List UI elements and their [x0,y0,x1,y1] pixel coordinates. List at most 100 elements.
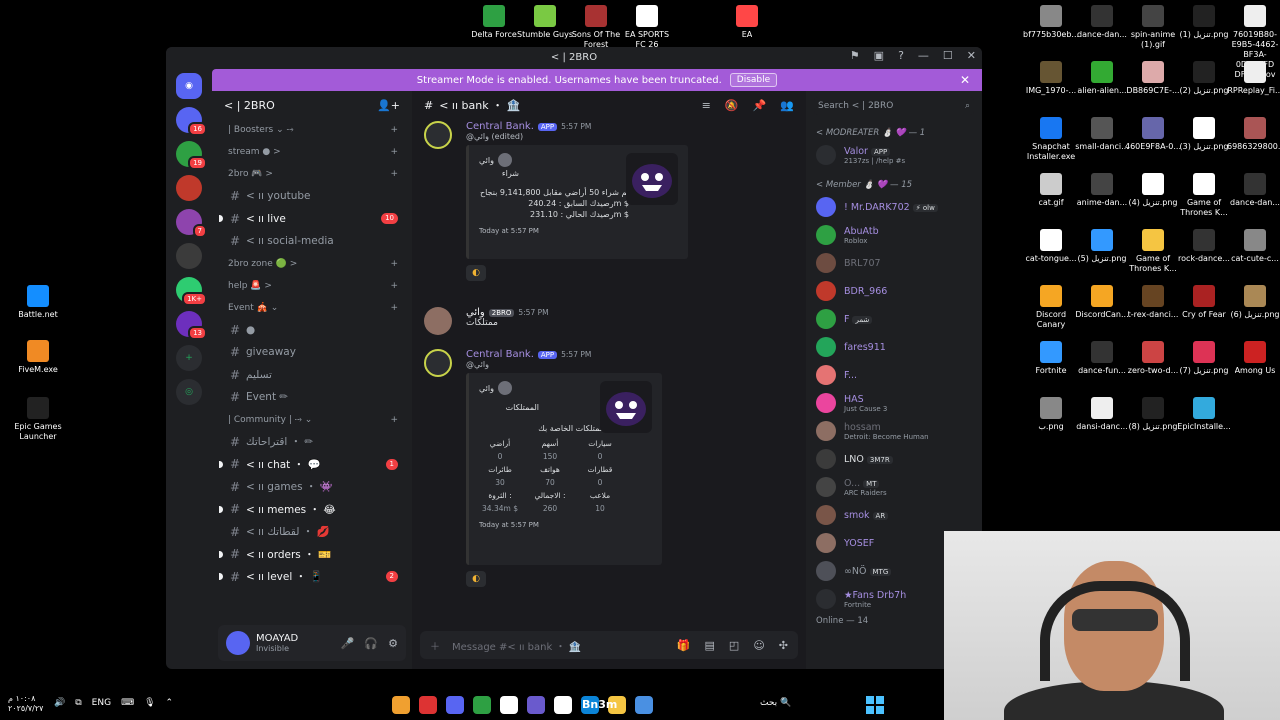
desktop-shortcut[interactable]: anime-dan... [1074,173,1130,208]
message-composer[interactable]: ＋ Message #< ıı bank ・ 🏦 🎁 ▤ ◰ ☺ ✣ [420,631,798,659]
headphones-icon[interactable]: 🎧 [364,637,378,650]
add-server-icon[interactable]: + [176,345,202,371]
taskbar-app-icon[interactable] [635,696,653,714]
desktop-shortcut[interactable]: Game of Thrones K... [1176,173,1232,218]
desktop-shortcut[interactable]: Battle.net [10,285,66,320]
member-item[interactable]: AbuAtb Roblox [806,221,982,249]
desktop-shortcut[interactable]: zero-two-d... [1125,341,1181,376]
desktop-shortcut[interactable]: Fortnite [1023,341,1079,376]
desktop-shortcut[interactable]: Sons Of The Forest [568,5,624,50]
add-channel-icon[interactable]: + [390,281,398,291]
desktop-shortcut[interactable]: تنزيل (2).png [1176,61,1232,96]
desktop-shortcut[interactable]: Cry of Fear [1176,285,1232,320]
member-item[interactable]: BRL707 [806,249,982,277]
discord-home-icon[interactable]: ◉ [176,73,202,99]
interaction-button[interactable]: ◐ [466,265,486,281]
taskbar-search[interactable]: بحث 🔍 [760,698,791,708]
mute-bell-icon[interactable]: 🔕 [725,99,739,112]
channel-item[interactable]: # < ıı memes ・ 😂 [218,498,406,521]
avatar[interactable] [226,631,250,655]
screen-icon[interactable]: ▣ [874,49,884,62]
taskbar-app-icon[interactable] [473,696,491,714]
mic-icon[interactable]: 🎤 [341,637,355,650]
pin-icon[interactable]: 📌 [753,99,767,112]
taskbar-app-icon[interactable] [419,696,437,714]
channel-category[interactable]: 2bro 🎮 > + [218,163,406,185]
server-icon[interactable] [176,175,202,201]
message-author[interactable]: وائي [466,307,485,318]
desktop-shortcut[interactable]: تنزيل (3).png [1176,117,1232,152]
gift-icon[interactable]: 🎁 [677,639,691,652]
taskbar-app-icon[interactable] [392,696,410,714]
desktop-shortcut[interactable]: dance-dan... [1074,5,1130,40]
desktop-shortcut[interactable]: dance-fun... [1074,341,1130,376]
channel-item[interactable]: # تسليم [218,364,406,387]
add-channel-icon[interactable]: + [390,415,398,425]
member-item[interactable]: F شمر [806,305,982,333]
keyboard-icon[interactable]: ⌨ [121,698,134,708]
taskbar-app-icon[interactable] [500,696,518,714]
desktop-shortcut[interactable]: bf775b30eb... [1023,5,1079,40]
help-icon[interactable]: ? [898,49,904,62]
server-icon[interactable]: 16 [176,107,207,136]
desktop-shortcut[interactable]: alien-alien... [1074,61,1130,96]
channel-item[interactable]: # < ıı games ・ 👾 [218,476,406,499]
desktop-shortcut[interactable]: dance-dan... [1227,173,1280,208]
desktop-shortcut[interactable]: Epic Games Launcher [10,397,66,442]
desktop-shortcut[interactable]: تنزيل (6).png [1227,285,1280,320]
taskbar-app-icon[interactable] [527,696,545,714]
desktop-shortcut[interactable]: EpicInstalle... [1176,397,1232,432]
volume-icon[interactable]: 🔊 [54,698,65,708]
add-attachment-icon[interactable]: ＋ [430,638,440,653]
desktop-shortcut[interactable]: cat.gif [1023,173,1079,208]
channel-item[interactable]: # < ıı youtube [218,185,406,208]
member-item[interactable]: Valor APP 2137zs | /help #s [806,141,982,169]
channel-category[interactable]: help 🚨 > + [218,275,406,297]
desktop-shortcut[interactable]: t-rex-danci... [1125,285,1181,320]
desktop-shortcut[interactable]: EA [719,5,775,40]
desktop-shortcut[interactable]: Snapchat Installer.exe [1023,117,1079,162]
channel-item[interactable]: # < ıı orders ・ 🎫 [218,543,406,566]
channel-item[interactable]: # < ıı لقطاتك ・ 💋 [218,521,406,544]
members-icon[interactable]: 👥 [780,99,794,112]
close-banner-icon[interactable]: ✕ [960,73,970,87]
desktop-shortcut[interactable]: EA SPORTS FC 26 [619,5,675,50]
desktop-shortcut[interactable]: 6986329800... [1227,117,1280,152]
channel-category[interactable]: | Community | ⤑ ⌄ + [218,409,406,431]
message-author[interactable]: Central Bank. [466,121,534,132]
member-item[interactable]: fares911 [806,333,982,361]
desktop-shortcut[interactable]: تنزيل (4).png [1125,173,1181,208]
mic-tray-icon[interactable]: 🎙 [144,698,155,708]
sticker-icon[interactable]: ◰ [729,639,739,652]
desktop-shortcut[interactable]: DB869C7E-... [1125,61,1181,96]
desktop-shortcut[interactable]: Delta Force [466,5,522,40]
channel-item[interactable]: # < ıı level ・ 📱 2 [218,566,406,589]
search-input[interactable]: Search < | 2BRO ⌕ [814,97,974,115]
taskbar-app-icon[interactable] [554,696,572,714]
message-author[interactable]: Central Bank. [466,349,534,360]
disable-streamer-button[interactable]: Disable [729,73,778,87]
channel-item[interactable]: # ● [218,319,406,342]
desktop-shortcut[interactable]: RPReplay_Fi... [1227,61,1280,96]
minimize-button[interactable]: — [918,49,929,62]
desktop-shortcut[interactable]: Among Us [1227,341,1280,376]
avatar[interactable] [424,121,452,149]
server-icon[interactable]: 19 [176,141,207,170]
avatar[interactable] [424,349,452,377]
add-channel-icon[interactable]: + [390,259,398,269]
member-item[interactable]: HAS Just Cause 3 [806,389,982,417]
server-icon[interactable]: 1K+ [176,277,207,306]
threads-icon[interactable]: ≡ [702,99,711,112]
channel-category[interactable]: | Boosters ⌄ ⤑ + [218,119,406,141]
message-input[interactable]: Message #< ıı bank ・ 🏦 [452,638,581,653]
channel-category[interactable]: Event 🎪 ⌄ + [218,297,406,319]
server-icon[interactable] [176,243,202,269]
member-item[interactable]: O... MT ARC Raiders [806,473,982,501]
start-button[interactable] [866,696,884,714]
add-channel-icon[interactable]: + [390,125,398,135]
desktop-shortcut[interactable]: Discord Canary [1023,285,1079,330]
desktop-shortcut[interactable]: cat-tongue... [1023,229,1079,264]
network-icon[interactable]: ⧉ [75,698,81,708]
desktop-shortcut[interactable]: تنزيل (5).png [1074,229,1130,264]
channel-category[interactable]: stream ● > + [218,141,406,163]
